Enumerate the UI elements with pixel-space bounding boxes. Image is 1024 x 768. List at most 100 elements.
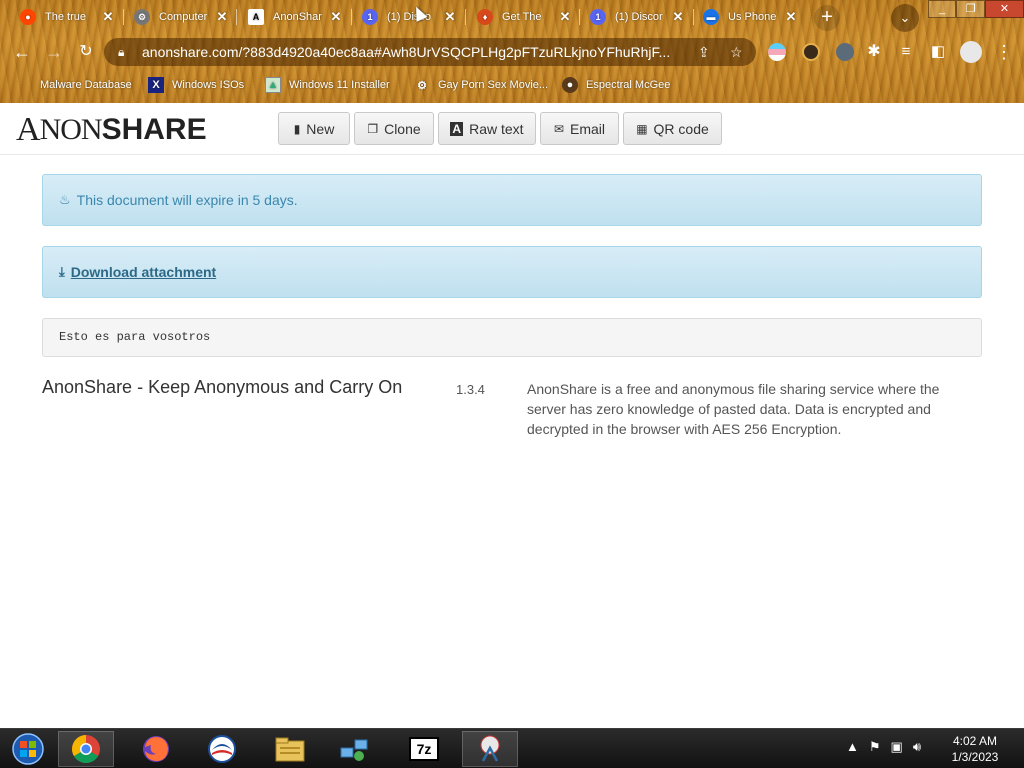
profile-extension-icon[interactable] [802,43,820,61]
close-icon[interactable]: ✕ [328,8,344,26]
chrome-icon[interactable] [58,731,114,767]
url-text: anonshare.com/?883d4920a40ec8aa#Awh8UrVS… [142,44,671,60]
system-clock[interactable]: 4:02 AM 1/3/2023 [940,733,1010,765]
footer-title: AnonShare - Keep Anonymous and Carry On [42,377,403,397]
tab-anonshare[interactable]: A AnonShar ✕ [248,4,344,30]
tab-search-button[interactable]: ⌄ [891,4,919,32]
clock-time: 4:02 AM [952,734,998,748]
browser-toolbar: ← → ↻ 🔒︎ anonshare.com/?883d4920a40ec8aa… [0,34,1024,70]
download-alert: ⤓ Download attachment [42,246,982,298]
avatar-icon: ● [562,77,578,93]
tab-discord-1[interactable]: 1 (1) Disco ✕ [362,4,458,30]
obama-icon[interactable] [194,731,250,767]
window-controls: _ ❐ ✕ [928,0,1024,18]
clock-date: 1/3/2023 [951,750,999,764]
volume-icon[interactable]: 🔊︎ [913,739,921,755]
file-icon: ▮ [293,121,301,136]
close-window-button[interactable]: ✕ [984,0,1024,18]
tab-title: Computer [159,11,208,23]
firefox-icon[interactable] [128,731,184,767]
document-content: Esto es para vosotros [42,318,982,357]
tab-strip: ● The true ✕ ⚙ Computer ✕ A AnonShar ✕ 1… [0,0,1024,34]
expire-alert: ♨ This document will expire in 5 days. [42,174,982,226]
tab-separator [123,9,124,25]
show-hidden-icons-icon[interactable]: ▲ [846,739,859,755]
share-icon[interactable]: ⇪ [698,38,710,66]
tab-discord-2[interactable]: 1 (1) Discor ✕ [590,4,686,30]
tab-separator [236,9,237,25]
bookmarks-bar: Malware Database X Windows ISOs ▲ Window… [0,72,1024,98]
bookmark-malware-database[interactable]: Malware Database [16,75,132,95]
star-icon[interactable]: ☆ [730,38,743,66]
bookmark-gay-porn-sex-movie[interactable]: ⚙ Gay Porn Sex Movie... [414,75,548,95]
file-explorer-icon[interactable] [262,731,318,767]
media-icon[interactable]: ≡ [894,40,918,64]
font-icon: A [450,121,464,136]
snipping-tool-icon[interactable] [462,731,518,767]
7zip-icon[interactable]: 7z [396,731,452,767]
version-number: 1.3.4 [456,382,485,397]
tab-title: Get The [502,11,542,23]
qr-code-button[interactable]: ▦ QR code [623,112,722,145]
discord-icon: 1 [590,9,606,25]
ublock-extension-icon[interactable] [836,43,854,61]
system-tray: ▲ ⚑ ▣ 🔊︎ [846,739,921,755]
new-tab-button[interactable]: + [814,5,840,31]
close-icon[interactable]: ✕ [670,8,686,26]
tab-us-phone[interactable]: ▬ Us Phone ✕ [703,4,799,30]
tab-separator [465,9,466,25]
tab-separator [579,9,580,25]
tab-reddit[interactable]: ● The true ✕ [20,4,116,30]
about-text: AnonShare is a free and anonymous file s… [527,381,940,437]
network-status-icon[interactable]: ▣ [891,739,903,755]
bookmark-windows-isos[interactable]: X Windows ISOs [148,75,244,95]
bookmark-espectral-mcgee[interactable]: ● Espectral McGee [562,75,670,95]
lock-icon: 🔒︎ [118,45,125,59]
address-bar[interactable]: 🔒︎ anonshare.com/?883d4920a40ec8aa#Awh8U… [104,38,756,66]
close-icon[interactable]: ✕ [100,8,116,26]
profile-avatar-icon[interactable] [960,41,982,63]
close-icon[interactable]: ✕ [214,8,230,26]
envelope-icon: ✉ [553,121,565,136]
bookmark-windows-11-installer[interactable]: ▲ Windows 11 Installer [265,75,390,95]
close-icon[interactable]: ✕ [783,8,799,26]
extensions-icon[interactable]: ✱ [862,40,886,64]
tab-title: The true [45,11,86,23]
email-button[interactable]: ✉ Email [540,112,619,145]
download-icon: ⤓ [59,264,65,279]
back-button[interactable]: ← [10,40,34,64]
network-icon[interactable] [326,731,382,767]
x-icon: X [148,77,164,93]
qrcode-icon: ▦ [636,121,648,136]
side-panel-icon[interactable]: ◧ [926,40,950,64]
anonshare-logo[interactable]: A NON SHARE [16,111,207,148]
gear-icon: ⚙ [134,9,150,25]
tab-title: AnonShar [273,11,322,23]
new-button[interactable]: ▮ New [278,112,350,145]
clone-button[interactable]: ❐ Clone [354,112,434,145]
raw-text-button[interactable]: A Raw text [438,112,536,145]
tab-get-the[interactable]: ♦ Get The ✕ [477,4,573,30]
windows-start-icon[interactable] [0,731,56,767]
tab-computer[interactable]: ⚙ Computer ✕ [134,4,230,30]
copy-icon: ❐ [367,121,379,136]
tab-separator [693,9,694,25]
maximize-button[interactable]: ❐ [956,0,985,18]
reddit-icon: ● [20,9,36,25]
forward-button[interactable]: → [42,40,66,64]
discord-icon: 1 [362,9,378,25]
close-icon[interactable]: ✕ [442,8,458,26]
image-icon: ▲ [265,77,281,93]
windows-taskbar: 7z ▲ ⚑ ▣ 🔊︎ 4:02 AM 1/3/2023 [0,728,1024,768]
menu-icon[interactable]: ⋮ [992,40,1016,64]
reload-button[interactable]: ↻ [74,40,98,64]
download-attachment-link[interactable]: Download attachment [71,264,216,280]
gear-icon: ⚙ [417,79,427,92]
extension-flag-icon[interactable] [768,43,786,61]
fire-icon: ♦ [477,9,493,25]
close-icon[interactable]: ✕ [557,8,573,26]
minimize-button[interactable]: _ [928,0,957,18]
expire-text: This document will expire in 5 days. [76,192,298,208]
action-center-flag-icon[interactable]: ⚑ [869,739,881,755]
web-page: A NON SHARE ▮ New ❐ Clone A Raw text ✉ Ema… [0,103,1024,728]
